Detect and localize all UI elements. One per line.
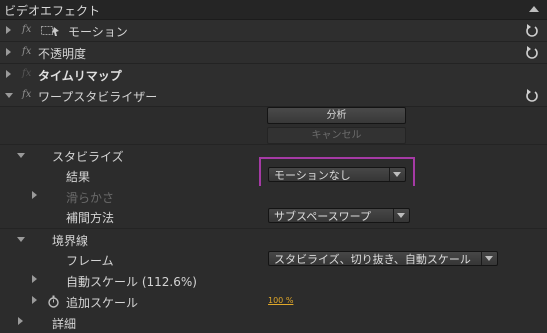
analyze-button[interactable]: 分析 (267, 107, 406, 124)
effect-row-time-remap[interactable]: fx タイムリマップ (0, 64, 547, 86)
collapse-triangle-icon[interactable] (17, 153, 25, 158)
panel-menu-icon[interactable] (529, 6, 539, 12)
framing-value: スタビライズ、切り抜き、自動スケール (274, 253, 471, 266)
auto-scale-row[interactable]: 自動スケール (112.6%) (0, 270, 547, 291)
fx-toggle-icon[interactable]: fx (22, 89, 31, 100)
advanced-label: 詳細 (52, 317, 77, 331)
reset-icon[interactable] (525, 45, 539, 59)
framing-dropdown[interactable]: スタビライズ、切り抜き、自動スケール (268, 251, 498, 266)
method-dropdown[interactable]: サブスペースワープ (268, 208, 410, 223)
collapse-triangle-icon[interactable] (5, 93, 13, 98)
additional-scale-row[interactable]: 追加スケール 100 % (0, 291, 547, 312)
dropdown-arrow-icon (393, 209, 409, 222)
smoothness-row[interactable]: 滑らかさ (0, 186, 547, 207)
reset-icon[interactable] (525, 23, 539, 37)
cancel-button: キャンセル (267, 127, 406, 144)
transform-icon[interactable] (40, 24, 60, 37)
effect-name: ワープスタビライザー (38, 90, 158, 104)
effect-row-opacity[interactable]: fx 不透明度 (0, 42, 547, 64)
panel-title: ビデオエフェクト (4, 4, 101, 18)
stabilize-label: スタビライズ (52, 150, 124, 164)
additional-scale-value[interactable]: 100 % (268, 296, 293, 305)
fx-toggle-icon[interactable]: fx (22, 24, 31, 35)
fx-toggle-icon: fx (22, 68, 32, 79)
expand-triangle-icon[interactable] (18, 317, 23, 325)
borders-group[interactable]: 境界線 (0, 229, 547, 250)
expand-triangle-icon[interactable] (6, 26, 11, 34)
additional-scale-label: 追加スケール (66, 296, 139, 310)
framing-label: フレーム (66, 254, 114, 268)
advanced-group[interactable]: 詳細 (0, 312, 547, 333)
effect-name: モーション (68, 25, 128, 39)
borders-label: 境界線 (52, 234, 89, 248)
expand-triangle-icon[interactable] (6, 48, 11, 56)
expand-triangle-icon[interactable] (32, 296, 37, 304)
auto-scale-label: 自動スケール (112.6%) (66, 275, 197, 289)
effect-name: 不透明度 (38, 47, 87, 61)
effect-name: タイムリマップ (38, 69, 122, 83)
panel-header: ビデオエフェクト (0, 0, 547, 20)
expand-triangle-icon[interactable] (6, 70, 11, 78)
method-value: サブスペースワープ (274, 210, 372, 223)
method-label: 補間方法 (66, 211, 115, 225)
expand-triangle-icon[interactable] (32, 275, 37, 283)
result-label: 結果 (66, 170, 91, 184)
effect-row-warp-stabilizer[interactable]: fx ワープスタビライザー (0, 85, 547, 107)
reset-icon[interactable] (525, 88, 539, 102)
expand-triangle-icon[interactable] (32, 191, 37, 199)
effect-row-motion[interactable]: fx モーション (0, 20, 547, 42)
stopwatch-icon[interactable] (47, 295, 60, 308)
dropdown-arrow-icon (481, 252, 497, 265)
smoothness-label: 滑らかさ (66, 191, 115, 205)
fx-toggle-icon[interactable]: fx (22, 46, 31, 57)
collapse-triangle-icon[interactable] (17, 237, 25, 242)
